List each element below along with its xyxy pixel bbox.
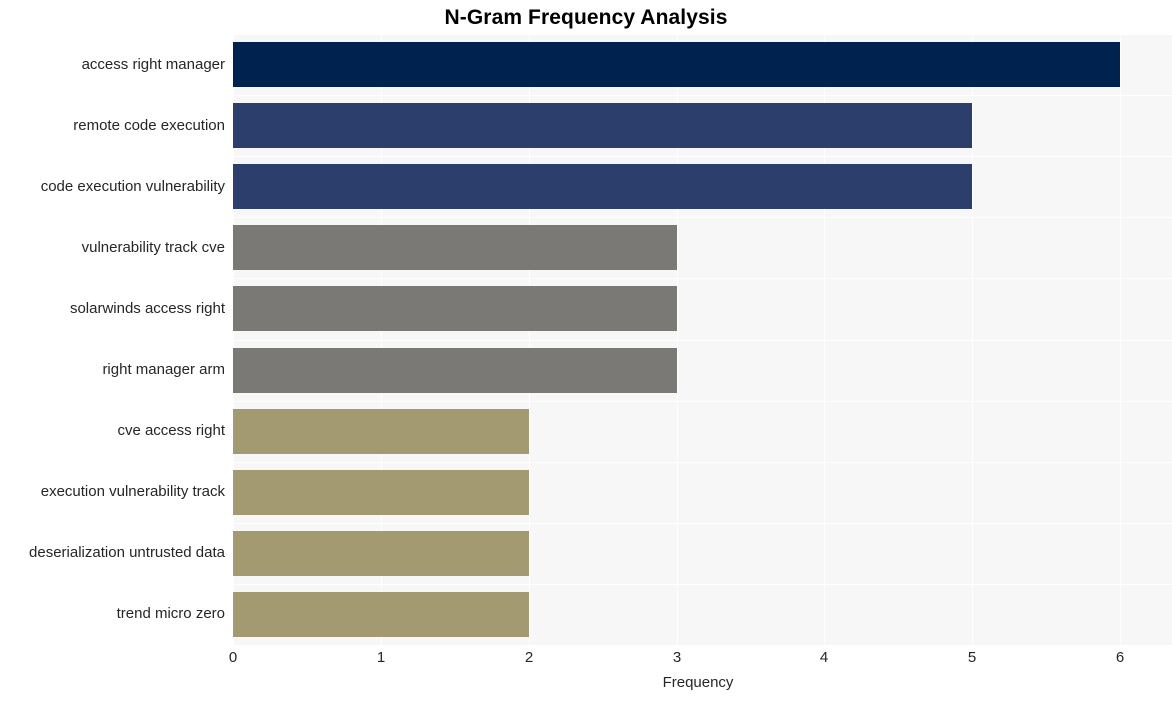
gridline-y-5 xyxy=(233,340,1172,341)
x-tick-label: 4 xyxy=(819,649,829,666)
gridline-y-2 xyxy=(233,156,1172,157)
bar[interactable] xyxy=(233,409,529,454)
bar[interactable] xyxy=(233,164,972,209)
gridline-y-8 xyxy=(233,523,1172,524)
y-axis-tick-labels: access right manager remote code executio… xyxy=(0,34,225,645)
y-tick-label: access right manager xyxy=(81,56,225,73)
bar[interactable] xyxy=(233,592,529,637)
x-tick-label: 0 xyxy=(228,649,238,666)
y-tick-label: execution vulnerability track xyxy=(40,483,225,500)
chart-title: N-Gram Frequency Analysis xyxy=(444,6,728,29)
x-tick-label: 5 xyxy=(967,649,977,666)
x-tick-label: 3 xyxy=(672,649,682,666)
gridline-y-7 xyxy=(233,462,1172,463)
bar[interactable] xyxy=(233,225,677,270)
gridline-y-3 xyxy=(233,217,1172,218)
y-tick-label: remote code execution xyxy=(73,117,225,134)
x-tick-label: 6 xyxy=(1115,649,1125,666)
bar[interactable] xyxy=(233,286,677,331)
y-tick-label: code execution vulnerability xyxy=(40,178,225,195)
chart-figure: N-Gram Frequency Analysis access right m… xyxy=(0,0,1172,701)
bar[interactable] xyxy=(233,531,529,576)
x-tick-label: 2 xyxy=(524,649,534,666)
plot-area xyxy=(233,34,1172,645)
y-tick-label: cve access right xyxy=(117,422,225,439)
gridline-y-0 xyxy=(233,34,1172,35)
gridline-y-6 xyxy=(233,401,1172,402)
bar[interactable] xyxy=(233,470,529,515)
gridline-y-4 xyxy=(233,278,1172,279)
bar[interactable] xyxy=(233,103,972,148)
gridline-y-1 xyxy=(233,95,1172,96)
bar[interactable] xyxy=(233,348,677,393)
y-tick-label: right manager arm xyxy=(102,361,225,378)
gridline-y-9 xyxy=(233,584,1172,585)
x-tick-label: 1 xyxy=(376,649,386,666)
x-axis-title: Frequency xyxy=(662,674,734,691)
y-tick-label: vulnerability track cve xyxy=(81,239,225,256)
x-axis-tick-labels: 0 1 2 3 4 5 6 xyxy=(0,645,1172,675)
bar[interactable] xyxy=(233,42,1120,87)
y-tick-label: solarwinds access right xyxy=(69,300,225,317)
y-tick-label: deserialization untrusted data xyxy=(29,544,225,561)
y-tick-label: trend micro zero xyxy=(116,605,225,622)
